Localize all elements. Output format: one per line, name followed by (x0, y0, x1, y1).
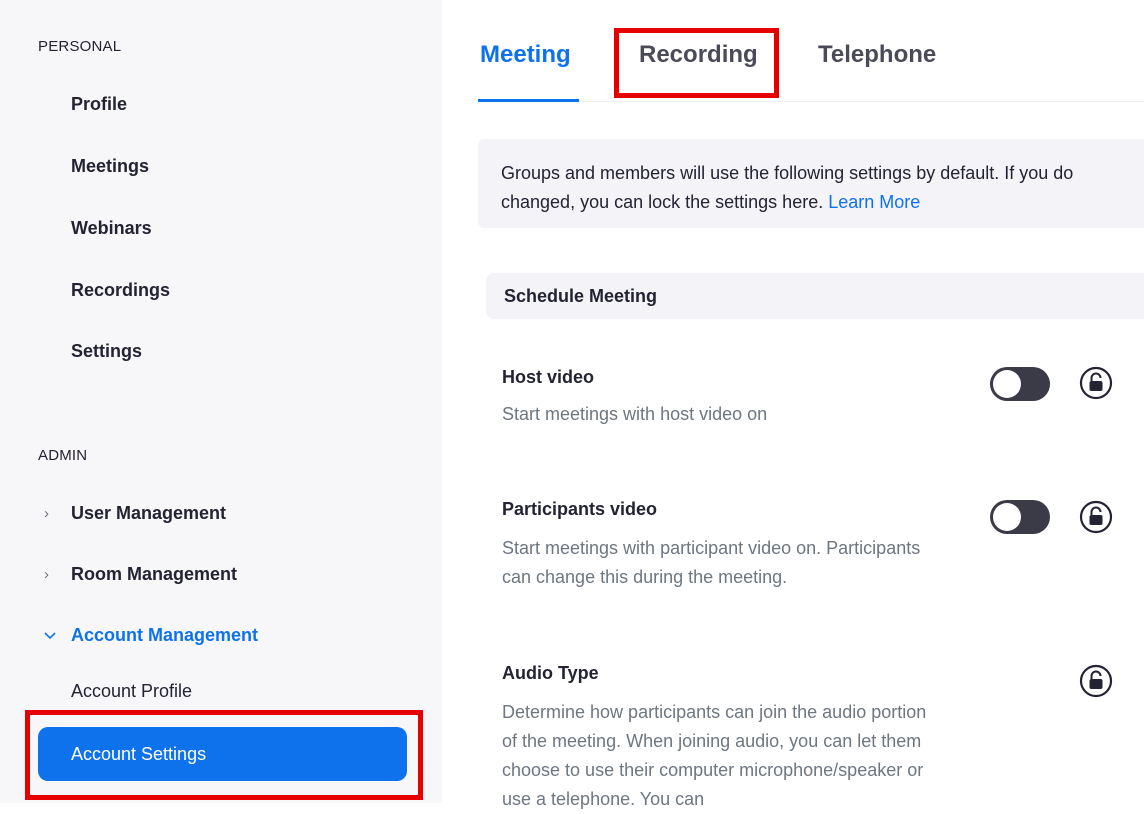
sidebar-item-label: Account Settings (71, 743, 207, 764)
setting-title-host-video: Host video (502, 367, 595, 387)
tab-meeting[interactable]: Meeting (480, 41, 571, 69)
toggle-knob (993, 503, 1021, 531)
chevron-right-icon: › (44, 566, 49, 583)
sidebar-group-room-management[interactable]: › Room Management (44, 564, 237, 585)
sidebar-item-account-profile[interactable]: Account Profile (71, 681, 192, 702)
info-banner: Groups and members will use the followin… (478, 139, 1144, 228)
setting-desc-host-video: Start meetings with host video on (502, 404, 768, 424)
sidebar-group-user-management[interactable]: › User Management (44, 503, 226, 524)
setting-desc-audio-type: Determine how participants can join the … (502, 702, 927, 809)
lock-icon[interactable] (1079, 664, 1113, 698)
section-header-schedule-meeting: Schedule Meeting (486, 273, 1144, 319)
sidebar: PERSONAL Profile Meetings Webinars Recor… (0, 0, 442, 803)
tab-recording[interactable]: Recording (639, 41, 758, 69)
sidebar-item-webinars[interactable]: Webinars (71, 218, 152, 239)
toggle-knob (993, 370, 1021, 398)
tab-telephone[interactable]: Telephone (818, 41, 936, 69)
info-text-line2: changed, you can lock the settings here.… (501, 188, 1144, 217)
setting-title-participants-video: Participants video (502, 499, 658, 519)
chevron-right-icon: › (44, 505, 49, 522)
setting-desc-participants-video: Start meetings with participant video on… (502, 538, 921, 587)
info-text-line1: Groups and members will use the followin… (501, 163, 1074, 183)
personal-section-title: PERSONAL (38, 38, 122, 55)
sidebar-group-label: User Management (71, 503, 227, 523)
sidebar-item-meetings[interactable]: Meetings (71, 156, 149, 177)
participants-video-toggle[interactable] (990, 500, 1050, 534)
sidebar-item-account-settings[interactable]: Account Settings (38, 727, 407, 781)
tab-active-indicator (478, 99, 579, 102)
info-text: changed, you can lock the settings here. (501, 192, 829, 212)
setting-title-audio-type: Audio Type (502, 663, 599, 683)
section-title: Schedule Meeting (504, 285, 658, 306)
lock-icon[interactable] (1079, 366, 1113, 400)
sidebar-item-profile[interactable]: Profile (71, 94, 127, 115)
admin-section-title: ADMIN (38, 447, 88, 464)
lock-icon[interactable] (1079, 500, 1113, 534)
chevron-down-icon (44, 627, 71, 644)
host-video-toggle[interactable] (990, 367, 1050, 401)
sidebar-group-label: Account Management (71, 625, 259, 645)
learn-more-link[interactable]: Learn More (828, 192, 920, 212)
sidebar-item-settings[interactable]: Settings (71, 341, 142, 362)
sidebar-item-recordings[interactable]: Recordings (71, 280, 170, 301)
sidebar-group-account-management[interactable]: Account Management (44, 625, 258, 646)
sidebar-group-label: Room Management (71, 564, 238, 584)
settings-tabs: Meeting Recording Telephone (478, 0, 1144, 104)
